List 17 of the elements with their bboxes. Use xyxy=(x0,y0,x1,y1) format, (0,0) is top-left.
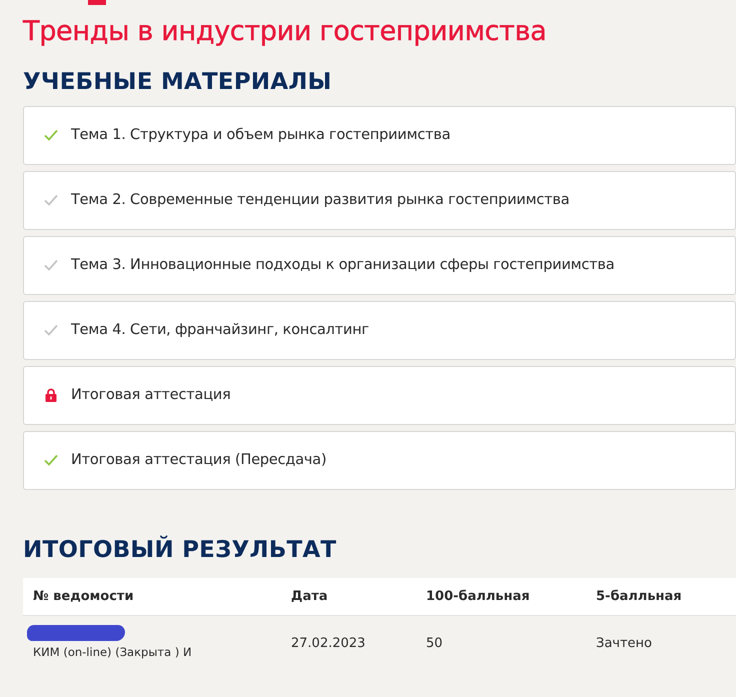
material-item[interactable]: Тема 2. Современные тенденции развития рынка гостеприимства xyxy=(23,170,736,230)
material-item[interactable]: Тема 1. Структура и объем рынка гостеприимства xyxy=(23,106,736,165)
table-cell-text: 50 xyxy=(426,636,444,651)
material-item[interactable]: Итоговая аттестация xyxy=(23,366,736,425)
column-header: № ведомости xyxy=(33,588,135,604)
column-header: Дата xyxy=(291,588,329,604)
table-cell: КИМ (on-line) (Закрыта ) И xyxy=(33,644,192,659)
page-title: Тренды в индустрии гостеприимства xyxy=(23,17,546,47)
table-cell-text: Зачтено xyxy=(596,636,654,651)
column-header: 100-балльная xyxy=(426,588,531,604)
table-cell-text: 27.02.2023 xyxy=(291,636,366,651)
section-heading: УЧЕБНЫЕ МАТЕРИАЛЫ xyxy=(23,68,333,95)
material-item[interactable]: Тема 3. Инновационные подходы к организации сферы гостеприимства xyxy=(23,236,736,295)
material-item[interactable]: Итоговая аттестация (Пересдача) xyxy=(23,430,736,490)
section-heading: ИТОГОВЫЙ РЕЗУЛЬТАТ xyxy=(23,536,338,563)
material-item[interactable]: Тема 4. Сети, франчайзинг, консалтинг xyxy=(23,300,736,360)
column-header: 5-балльная xyxy=(596,588,683,604)
